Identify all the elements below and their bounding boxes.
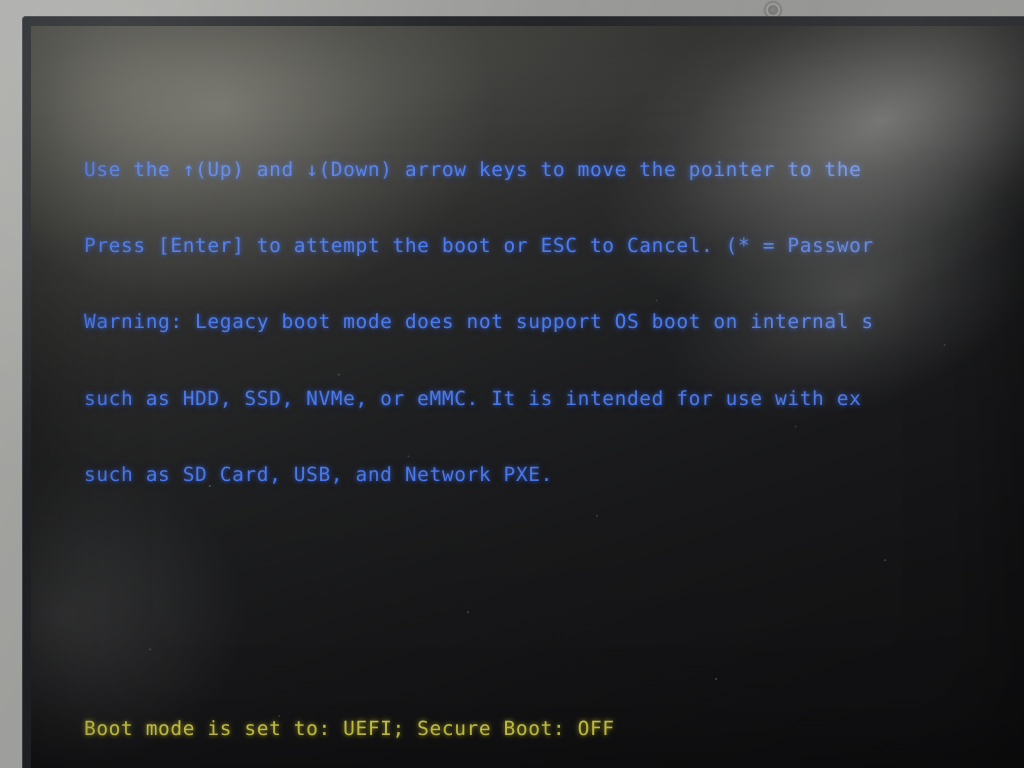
boot-menu-screenshot: Use the ↑(Up) and ↓(Down) arrow keys to … xyxy=(0,0,1024,768)
instruction-line: such as SD Card, USB, and Network PXE. xyxy=(84,462,553,486)
instruction-line: Press [Enter] to attempt the boot or ESC… xyxy=(84,234,874,258)
boot-menu-text: Use the ↑(Up) and ↓(Down) arrow keys to … xyxy=(84,30,1024,768)
instruction-line: such as HDD, SSD, NVMe, or eMMC. It is i… xyxy=(84,386,862,410)
instruction-block: Use the ↑(Up) and ↓(Down) arrow keys to … xyxy=(84,106,1024,538)
bios-boot-menu-screen: Use the ↑(Up) and ↓(Down) arrow keys to … xyxy=(31,26,1024,768)
instruction-line: Warning: Legacy boot mode does not suppo… xyxy=(84,310,874,334)
instruction-line: Use the ↑(Up) and ↓(Down) arrow keys to … xyxy=(84,158,862,182)
boot-mode-status: Boot mode is set to: UEFI; Secure Boot: … xyxy=(84,716,615,740)
